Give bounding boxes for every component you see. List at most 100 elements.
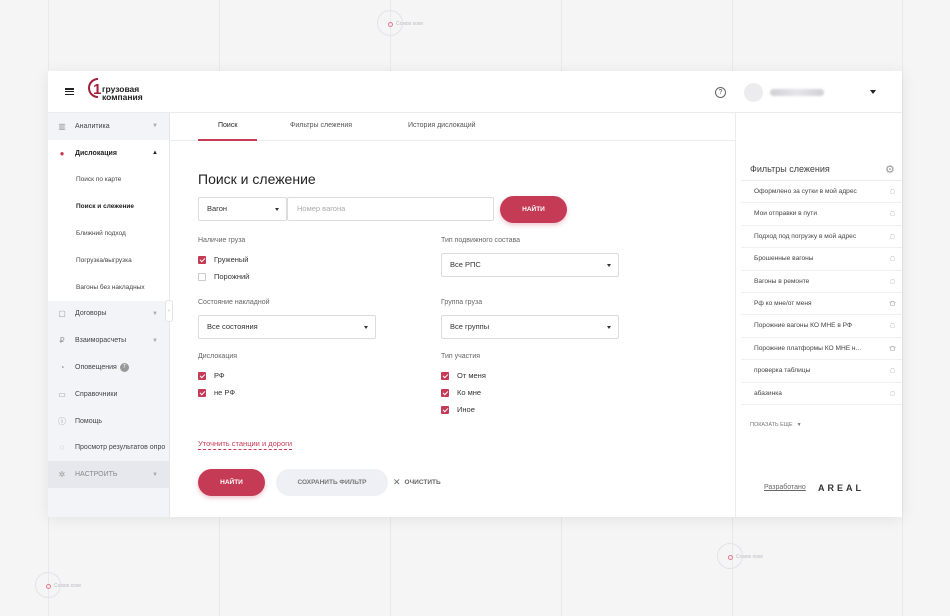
sidebar-item-analytics[interactable]: ▥ Аналитика ▼ bbox=[48, 113, 169, 140]
bell-icon: ◔ bbox=[59, 363, 65, 373]
list-item[interactable]: абазинка bbox=[741, 383, 902, 405]
tracking-filters-panel: Фильтры слежения ⚙ Оформлено за сутки в … bbox=[735, 113, 902, 517]
checkbox-from-me[interactable]: От меня bbox=[441, 371, 486, 380]
dislocation-label: Дислокация bbox=[198, 353, 238, 360]
bell-icon[interactable] bbox=[889, 188, 896, 195]
bg-grid-line bbox=[902, 0, 903, 616]
logo-mark-icon: 1 bbox=[86, 77, 104, 103]
list-item[interactable]: Вагоны в ремонте bbox=[741, 271, 902, 293]
map-pin-icon: ● bbox=[59, 148, 65, 158]
chevron-down-icon bbox=[275, 208, 279, 211]
checkbox-checked-icon bbox=[198, 388, 206, 397]
username-blurred[interactable] bbox=[770, 89, 824, 96]
bg-marker: Coмos xoxe bbox=[717, 543, 763, 569]
sidebar-item-directories[interactable]: ▭ Справочники bbox=[48, 381, 169, 408]
show-more-button[interactable]: ПОКАЗАТЬ ЕЩЕ ▼ bbox=[750, 422, 802, 428]
tab-tracking-filters[interactable]: Фильтры слежения bbox=[290, 122, 352, 129]
sidebar-item-settings[interactable]: ✲ НАСТРОИТЬ ▼ bbox=[48, 461, 169, 489]
cargo-group-select[interactable]: Все группы bbox=[441, 315, 619, 339]
poll-icon: ◌ bbox=[59, 443, 65, 453]
checkbox-other[interactable]: Иное bbox=[441, 405, 475, 414]
cargo-group-label: Группа груза bbox=[441, 299, 483, 306]
rolling-stock-select[interactable]: Все РПС bbox=[441, 253, 619, 277]
list-item[interactable]: Порожние платформы КО МНЕ н... bbox=[741, 338, 902, 361]
tabs-bar: Поиск Фильтры слежения История дислокаци… bbox=[171, 113, 735, 141]
search-form: Поиск и слежение Вагон Номер вагона НАЙТ… bbox=[171, 141, 735, 517]
list-item[interactable]: Порожние вагоны КО МНЕ в РФ bbox=[741, 315, 902, 338]
cargo-presence-label: Наличие груза bbox=[198, 237, 246, 244]
chevron-up-icon: ▲ bbox=[152, 150, 158, 157]
chevron-down-icon: ▼ bbox=[152, 310, 158, 317]
page-title: Поиск и слежение bbox=[198, 171, 316, 187]
filter-list: Оформлено за сутки в мой адрес Мои отпра… bbox=[741, 180, 902, 405]
chevron-down-icon: ▼ bbox=[152, 123, 158, 130]
sidebar-item-contracts[interactable]: ▢ Договоры ▼ bbox=[48, 301, 169, 328]
checkbox-checked-icon bbox=[441, 371, 449, 380]
chevron-down-icon bbox=[607, 264, 611, 267]
help-icon[interactable]: ? bbox=[715, 87, 726, 98]
gear-icon[interactable]: ⚙ bbox=[885, 163, 895, 176]
list-item[interactable]: Подход под погрузку в мой адрес bbox=[741, 226, 902, 249]
app-window: 1 грузовая компания ? ▥ Аналитика ▼ ● Ди… bbox=[48, 71, 902, 517]
sidebar-subitem-search-tracking[interactable]: Поиск и слежение bbox=[48, 193, 169, 221]
bell-icon[interactable] bbox=[889, 367, 896, 374]
bell-icon[interactable] bbox=[889, 255, 896, 262]
sidebar-subitem-near-approach[interactable]: Ближний подход bbox=[48, 220, 169, 247]
user-menu-chevron-down-icon[interactable] bbox=[870, 90, 876, 94]
checkbox-loaded[interactable]: Груженый bbox=[198, 255, 248, 264]
sidebar-subitem-loading[interactable]: Погрузка/выгрузка bbox=[48, 246, 169, 274]
save-filter-button[interactable]: СОХРАНИТЬ ФИЛЬТР bbox=[276, 469, 388, 496]
list-item[interactable]: Оформлено за сутки в мой адрес bbox=[741, 181, 902, 204]
list-item[interactable]: Рф ко мне/от меня bbox=[741, 293, 902, 316]
chevron-down-icon: ▼ bbox=[796, 422, 802, 428]
gear-icon: ✲ bbox=[58, 470, 66, 480]
developed-by-link[interactable]: Разработано bbox=[764, 484, 806, 491]
sidebar-item-settlements[interactable]: ₽ Взаиморасчеты ▼ bbox=[48, 327, 169, 354]
checkbox-empty[interactable]: Порожний bbox=[198, 272, 249, 281]
list-item[interactable]: Брошенные вагоны bbox=[741, 248, 902, 271]
hamburger-menu-icon[interactable] bbox=[65, 88, 74, 95]
sidebar-subitem-no-waybills[interactable]: Вагоны без накладных bbox=[48, 273, 169, 301]
chart-icon: ▥ bbox=[58, 121, 66, 131]
vendor-logo[interactable]: AREAL bbox=[818, 483, 864, 493]
checkbox-checked-icon bbox=[441, 405, 449, 414]
book-icon: ▭ bbox=[58, 389, 66, 399]
bell-icon[interactable] bbox=[889, 210, 896, 217]
sidebar-item-notifications[interactable]: ◔ Оповещения 7 bbox=[48, 354, 169, 381]
find-button[interactable]: НАЙТИ bbox=[198, 469, 265, 496]
sidebar-subitem-map-search[interactable]: Поиск по карте bbox=[48, 166, 169, 194]
search-type-select[interactable]: Вагон bbox=[198, 197, 287, 221]
list-item[interactable]: проверка таблицы bbox=[741, 360, 902, 383]
bell-icon[interactable] bbox=[889, 390, 896, 397]
checkbox-not-rf[interactable]: не РФ bbox=[198, 388, 235, 397]
list-item[interactable]: Мои отправки в пути bbox=[741, 203, 902, 226]
bell-active-icon[interactable] bbox=[889, 300, 896, 307]
checkbox-checked-icon bbox=[198, 255, 206, 264]
sidebar-item-help[interactable]: ⓘ Помощь bbox=[48, 408, 169, 435]
avatar[interactable] bbox=[744, 83, 763, 102]
panel-title: Фильтры слежения bbox=[750, 164, 830, 174]
clear-button[interactable]: ✕ ОЧИСТИТЬ bbox=[393, 477, 441, 488]
find-button-top[interactable]: НАЙТИ bbox=[500, 196, 567, 223]
checkbox-checked-icon bbox=[198, 371, 206, 380]
bg-marker: Coмos xoxe bbox=[377, 10, 423, 36]
checkbox-checked-icon bbox=[441, 388, 449, 397]
bell-active-icon[interactable] bbox=[889, 345, 896, 352]
bell-icon[interactable] bbox=[889, 233, 896, 240]
document-icon: ▢ bbox=[58, 309, 66, 319]
sidebar-item-surveys[interactable]: ◌ Просмотр результатов опро bbox=[48, 435, 169, 462]
waybill-status-select[interactable]: Все состояния bbox=[198, 315, 376, 339]
checkbox-to-me[interactable]: Ко мне bbox=[441, 388, 481, 397]
bell-icon[interactable] bbox=[889, 322, 896, 329]
ruble-icon: ₽ bbox=[59, 336, 65, 346]
wagon-number-input[interactable]: Номер вагона bbox=[287, 197, 494, 221]
tab-search[interactable]: Поиск bbox=[218, 122, 237, 129]
close-icon: ✕ bbox=[393, 477, 401, 487]
refine-stations-link[interactable]: Уточнить станции и дороги bbox=[198, 439, 293, 450]
bell-icon[interactable] bbox=[889, 278, 896, 285]
company-logo[interactable]: 1 грузовая компания bbox=[86, 77, 143, 103]
checkbox-rf[interactable]: РФ bbox=[198, 371, 225, 380]
sidebar-item-dislocation[interactable]: ● Дислокация ▲ bbox=[48, 139, 169, 167]
tab-dislocation-history[interactable]: История дислокаций bbox=[408, 122, 476, 129]
notifications-count-badge: 7 bbox=[119, 363, 129, 373]
